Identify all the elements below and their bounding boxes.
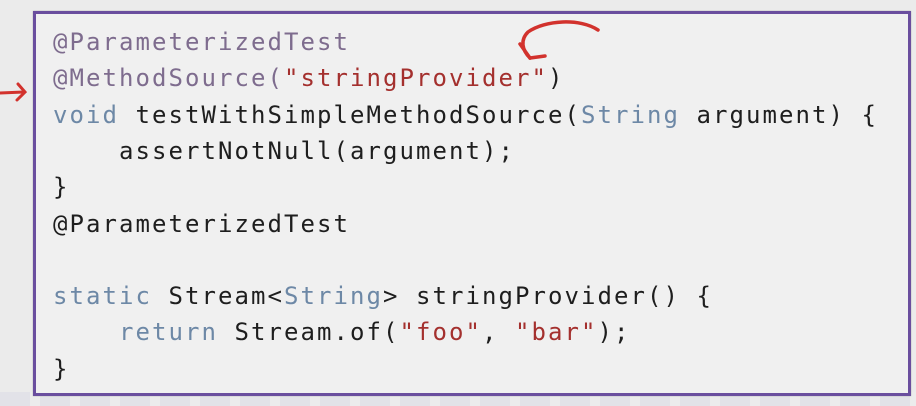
hand-drawn-arrow-left-icon — [0, 82, 28, 102]
code-block: @ParameterizedTest @MethodSource("stringP… — [33, 11, 911, 396]
code-token: ); — [597, 318, 631, 347]
code-token: } — [53, 173, 70, 202]
code-line: assertNotNull(argument); — [53, 133, 515, 169]
code-line: @ParameterizedTest — [53, 24, 350, 60]
code-line: @ParameterizedTest — [53, 206, 350, 242]
code-token: static — [53, 282, 152, 311]
code-token: argument) { — [679, 100, 878, 129]
code-token: String — [284, 282, 383, 311]
code-token: } — [53, 354, 70, 383]
code-token: @MethodSource( — [53, 64, 284, 93]
code-token: ) — [548, 64, 565, 93]
code-token: assertNotNull(argument); — [53, 136, 515, 165]
code-line: return Stream.of("foo", "bar"); — [53, 314, 631, 350]
code-line: void testWithSimpleMethodSource(String a… — [53, 97, 878, 133]
code-token: "foo" — [399, 318, 482, 347]
code-token: Stream< — [152, 282, 284, 311]
code-token: "stringProvider" — [284, 64, 548, 93]
code-token: return — [119, 318, 218, 347]
code-token: "bar" — [515, 318, 598, 347]
code-line: static Stream<String> stringProvider() { — [53, 278, 713, 314]
code-token: Stream.of( — [218, 318, 400, 347]
code-token: String — [580, 100, 680, 129]
code-line: } — [53, 169, 70, 205]
code-token: @ParameterizedTest — [53, 209, 350, 238]
code-token: testWithSimpleMethodSource( — [119, 100, 581, 129]
code-token: > stringProvider() { — [383, 282, 713, 311]
code-line: } — [53, 351, 70, 387]
code-token: @ParameterizedTest — [53, 28, 350, 56]
code-token: , — [482, 318, 515, 347]
code-token: void — [53, 100, 119, 129]
code-line: @MethodSource("stringProvider") — [53, 60, 565, 96]
